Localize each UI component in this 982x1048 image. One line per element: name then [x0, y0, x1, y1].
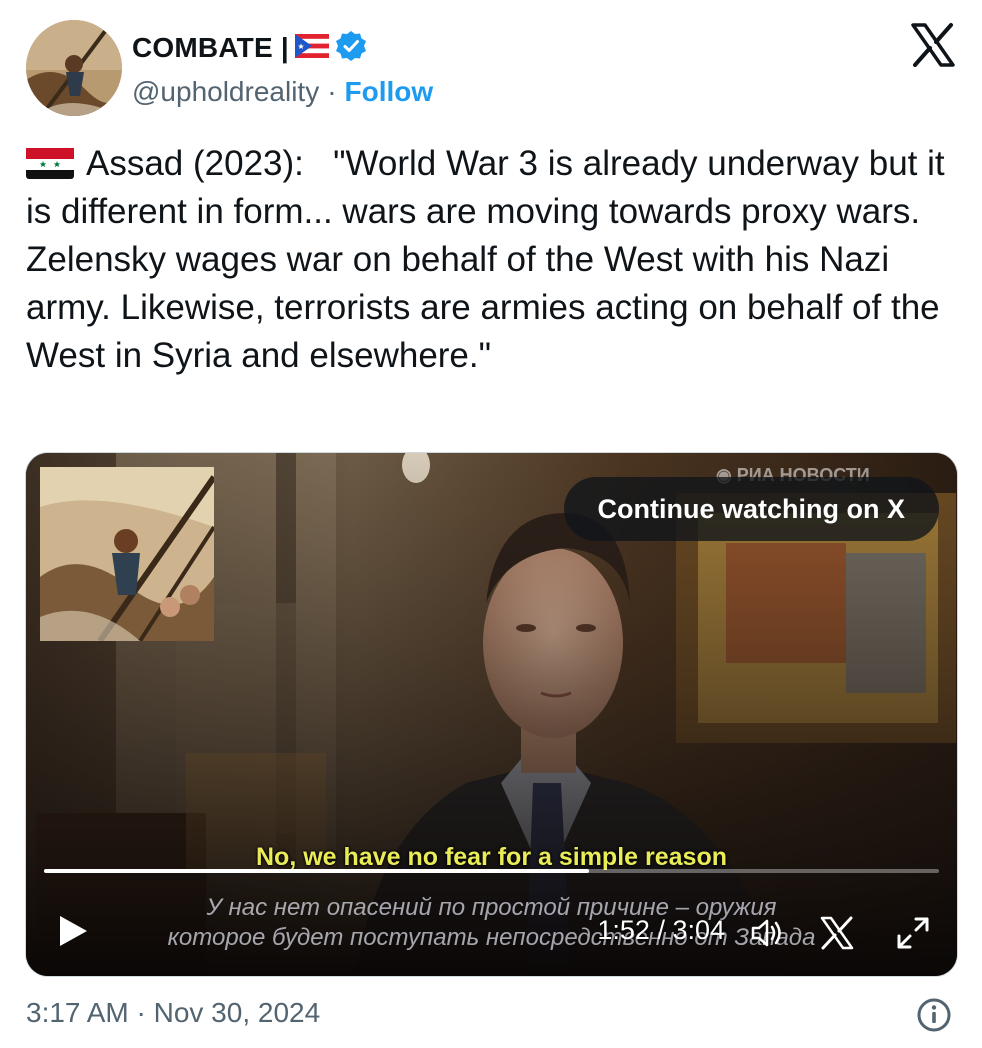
author-handle[interactable]: @upholdreality [132, 76, 319, 108]
video-player[interactable]: ◉ РИА НОВОСТИ Continue watching on X No,… [26, 453, 957, 976]
author-name-row: COMBATE | [132, 28, 367, 68]
x-logo-icon[interactable] [910, 22, 956, 68]
video-progress-bar[interactable] [44, 869, 939, 873]
fullscreen-icon[interactable] [895, 915, 931, 951]
continue-watching-button[interactable]: Continue watching on X [563, 477, 939, 541]
verified-badge-icon [335, 30, 367, 67]
video-time-display: 1:52 / 3:04 [597, 915, 725, 945]
tweet-text: Assad (2023): "World War 3 is already un… [26, 140, 961, 380]
video-subtitle-russian-line1: У нас нет опасений по простой причине – … [206, 894, 777, 921]
author-display-name[interactable]: COMBATE | [132, 32, 289, 64]
video-subtitle-russian-line2: которое будет поступать непосредственно … [167, 924, 816, 951]
avatar[interactable] [26, 20, 122, 116]
author-handle-row: @upholdreality · Follow [132, 74, 433, 110]
video-progress-fill [44, 869, 590, 873]
play-icon[interactable] [56, 913, 90, 949]
follow-button[interactable]: Follow [345, 76, 434, 108]
video-subtitle-russian: У нас нет опасений по простой причине – … [26, 893, 957, 953]
separator-dot: · [327, 76, 337, 107]
puerto-rico-flag-icon [294, 33, 329, 63]
tweet-body: Assad (2023): "World War 3 is already un… [26, 144, 955, 375]
video-subtitle-english: No, we have no fear for a simple reason [256, 843, 727, 871]
info-icon[interactable] [916, 997, 952, 1033]
syria-flag-icon [26, 146, 74, 179]
x-logo-icon[interactable] [819, 915, 855, 951]
volume-icon[interactable] [749, 915, 785, 951]
video-inset-thumbnail [40, 467, 214, 641]
tweet-timestamp[interactable]: 3:17 AM · Nov 30, 2024 [26, 997, 320, 1029]
